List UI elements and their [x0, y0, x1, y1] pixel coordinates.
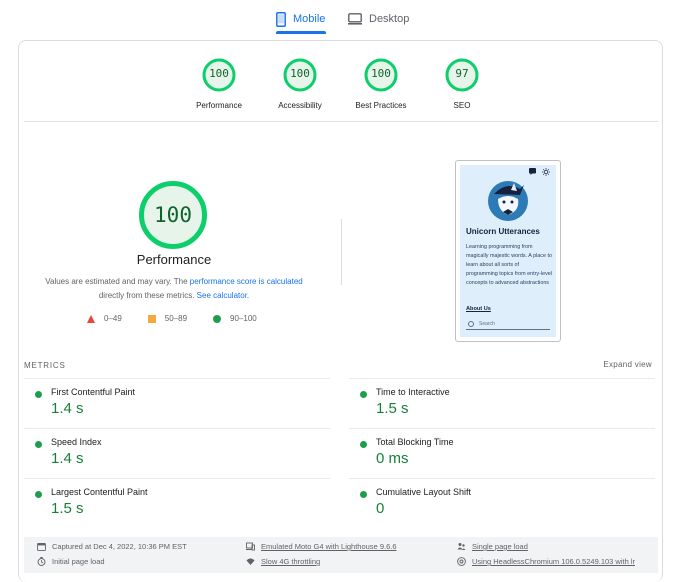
captured-at: Captured at Dec 4, 2022, 10:36 PM EST: [37, 542, 187, 551]
desktop-icon: [348, 13, 362, 25]
category-label: Best Practices: [355, 101, 407, 110]
pass-indicator: [35, 441, 42, 448]
emulated-device[interactable]: Emulated Moto G4 with Lighthouse 9.6.6: [246, 542, 397, 551]
category-accessibility[interactable]: 100 Accessibility: [260, 58, 340, 110]
search-icon: [468, 321, 474, 327]
metric-name: First Contentful Paint: [51, 387, 136, 397]
metric-largest-contentful-paint: Largest Contentful Paint 1.5 s: [24, 478, 330, 528]
initial-page-load-text: Initial page load: [52, 557, 105, 566]
tab-mobile-label: Mobile: [293, 13, 326, 25]
metric-value: 1.4 s: [51, 400, 84, 417]
performance-description: Values are estimated and may vary. The p…: [33, 275, 315, 302]
category-seo[interactable]: 97 SEO: [422, 58, 502, 110]
browser-version-text: Using HeadlessChromium 106.0.5249.103 wi…: [472, 557, 636, 566]
devices-icon: [246, 542, 255, 551]
pass-indicator: [360, 491, 367, 498]
screenshot-search-placeholder: Search: [479, 321, 495, 327]
single-page-load[interactable]: Single page load: [457, 542, 528, 551]
metric-value: 1.4 s: [51, 450, 84, 467]
pass-indicator: [35, 491, 42, 498]
initial-page-load: Initial page load: [37, 557, 105, 566]
chat-icon: [529, 168, 536, 175]
timer-icon: [37, 557, 46, 566]
emulated-device-text: Emulated Moto G4 with Lighthouse 9.6.6: [261, 542, 397, 551]
page-screenshot[interactable]: Unicorn Utterances Learning programming …: [455, 160, 561, 342]
vertical-divider: [341, 219, 342, 285]
captured-at-text: Captured at Dec 4, 2022, 10:36 PM EST: [52, 542, 187, 551]
performance-score: 100: [154, 203, 192, 227]
calendar-icon: [37, 542, 46, 551]
screenshot-search: Search: [466, 319, 550, 330]
metric-total-blocking-time: Total Blocking Time 0 ms: [349, 428, 655, 478]
category-label: SEO: [453, 101, 471, 110]
description-text: Values are estimated and may vary. The: [45, 277, 190, 286]
network-throttling-text: Slow 4G throttling: [261, 557, 321, 566]
score-legend: 0–49 50–89 90–100: [87, 314, 257, 323]
unicorn-logo-icon: [488, 181, 528, 221]
category-performance[interactable]: 100 Performance: [179, 58, 259, 110]
legend-pass: 90–100: [213, 314, 257, 323]
legend-fail: 0–49: [87, 314, 122, 323]
chrome-icon: [457, 557, 466, 566]
circle-icon: [213, 314, 222, 323]
legend-average: 50–89: [147, 314, 188, 323]
single-page-load-text: Single page load: [472, 542, 528, 551]
description-text: directly from these metrics.: [98, 290, 197, 300]
metric-value: 0: [376, 500, 385, 517]
screenshot-toolbar: [529, 168, 550, 176]
category-best-practices[interactable]: 100 Best Practices: [341, 58, 421, 110]
metric-value: 1.5 s: [376, 400, 409, 417]
smartphone-icon: [276, 11, 286, 27]
performance-title: Performance: [136, 252, 212, 267]
metric-name: Cumulative Layout Shift: [376, 487, 472, 497]
category-label: Accessibility: [278, 101, 322, 110]
calculator-link[interactable]: See calculator.: [197, 291, 249, 300]
metric-speed-index: Speed Index 1.4 s: [24, 428, 330, 478]
legend-range: 90–100: [230, 314, 257, 323]
metrics-heading: METRICS: [24, 361, 66, 370]
tab-desktop-label: Desktop: [369, 13, 410, 25]
tab-desktop[interactable]: Desktop: [348, 6, 409, 32]
square-icon: [147, 314, 156, 323]
metric-value: 1.5 s: [51, 500, 84, 517]
metric-value: 0 ms: [376, 450, 409, 467]
metric-name: Total Blocking Time: [376, 437, 454, 447]
screenshot-site-description: Learning programming from magically maje…: [466, 244, 552, 286]
category-score: 100: [209, 67, 229, 80]
browser-version[interactable]: Using HeadlessChromium 106.0.5249.103 wi…: [457, 557, 653, 566]
category-label: Performance: [196, 101, 242, 110]
metric-cumulative-layout-shift: Cumulative Layout Shift 0: [349, 478, 655, 528]
screenshot-about-link: About Us: [466, 306, 491, 312]
device-tabs: Mobile Desktop: [0, 0, 680, 34]
legend-range: 0–49: [104, 314, 122, 323]
score-calculation-link[interactable]: performance score is calculated: [190, 277, 303, 286]
runtime-settings: Captured at Dec 4, 2022, 10:36 PM EST In…: [24, 537, 658, 573]
expand-view-button[interactable]: Expand view: [603, 360, 652, 369]
people-icon: [457, 543, 466, 550]
performance-gauge: 100: [137, 179, 209, 251]
wifi-icon: [246, 558, 255, 565]
screenshot-site-title: Unicorn Utterances: [466, 227, 540, 236]
category-score: 100: [371, 67, 391, 80]
sun-icon: [542, 168, 550, 176]
metric-name: Time to Interactive: [376, 387, 450, 397]
metric-time-to-interactive: Time to Interactive 1.5 s: [349, 378, 655, 428]
metric-name: Speed Index: [51, 437, 102, 447]
metric-first-contentful-paint: First Contentful Paint 1.4 s: [24, 378, 330, 428]
section-divider: [24, 121, 658, 122]
legend-range: 50–89: [164, 314, 188, 323]
network-throttling[interactable]: Slow 4G throttling: [246, 557, 320, 566]
triangle-icon: [87, 314, 95, 323]
category-score: 97: [455, 67, 469, 80]
tab-mobile[interactable]: Mobile: [276, 6, 326, 34]
report-card: 100 Performance 100 Accessibility 100 Be…: [18, 40, 663, 582]
metric-name: Largest Contentful Paint: [51, 487, 148, 497]
pass-indicator: [360, 391, 367, 398]
category-score: 100: [290, 67, 310, 80]
pass-indicator: [35, 391, 42, 398]
pass-indicator: [360, 441, 367, 448]
screenshot-screen: Unicorn Utterances Learning programming …: [460, 165, 556, 337]
